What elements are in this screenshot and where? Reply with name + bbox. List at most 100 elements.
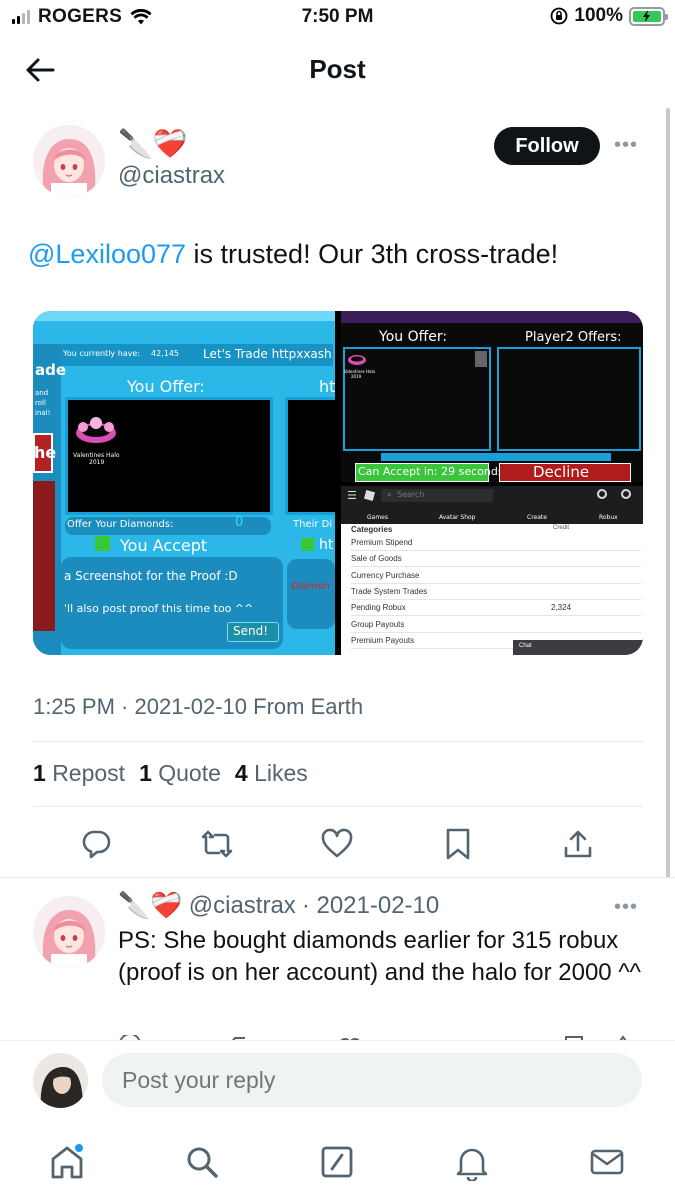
reply-actions-peek bbox=[118, 1032, 648, 1040]
mention-link[interactable]: @Lexiloo077 bbox=[28, 239, 186, 269]
you-offer-label-2: You Offer: bbox=[379, 329, 448, 345]
robux-row: Sale of Goods bbox=[351, 551, 641, 568]
media-image-1[interactable]: You currently have: 42,145 Let's Trade h… bbox=[33, 311, 335, 655]
divider-thread bbox=[0, 877, 675, 878]
author-avatar[interactable] bbox=[33, 125, 105, 197]
side-text-1: and bbox=[35, 389, 49, 397]
tab-search[interactable] bbox=[180, 1140, 224, 1184]
compose-icon bbox=[321, 1146, 353, 1178]
halo-item-icon-2 bbox=[348, 355, 366, 365]
robux-row-label: Pending Robux bbox=[351, 603, 406, 613]
robux-row-label: Currency Purchase bbox=[351, 570, 420, 580]
side-text-3: inal! bbox=[35, 409, 51, 417]
post-text: @Lexiloo077 is trusted! Our 3th cross-tr… bbox=[28, 236, 648, 272]
chat-line-2: 'll also post proof this time too ^^ bbox=[64, 602, 254, 615]
side-text-2: roll bbox=[35, 399, 46, 407]
like-button[interactable] bbox=[315, 822, 359, 866]
currency-value: 42,145 bbox=[151, 349, 179, 358]
media-image-2[interactable]: You Offer: Player2 Offers: Valentines Ha… bbox=[341, 311, 643, 482]
post-timestamp: 1:25 PM · 2021-02-10 From Earth bbox=[33, 694, 364, 719]
media-image-3[interactable]: ☰ ⌕ Search Games Avatar Shop Create Robu… bbox=[341, 486, 643, 655]
bookmark-icon bbox=[446, 828, 470, 860]
heart-icon bbox=[321, 828, 353, 858]
reply-author-avatar[interactable] bbox=[33, 896, 105, 968]
robux-row: Trade System Trades bbox=[351, 584, 641, 600]
robux-row: Premium Stipend bbox=[351, 535, 641, 551]
status-bar: ROGERS 7:50 PM 100% bbox=[0, 0, 675, 36]
you-offer-label: You Offer: bbox=[127, 377, 205, 396]
tab-compose[interactable] bbox=[315, 1140, 359, 1184]
current-user-avatar[interactable] bbox=[33, 1053, 88, 1108]
robux-row-label: Trade System Trades bbox=[351, 586, 428, 596]
reply-composer bbox=[0, 1040, 675, 1128]
trade-title: Let's Trade httpxxash bbox=[203, 347, 332, 361]
battery-percent: 100% bbox=[574, 5, 623, 26]
post-body: is trusted! Our 3th cross-trade! bbox=[186, 239, 559, 269]
post-actions bbox=[0, 822, 675, 866]
halo-item-year: 2019 bbox=[89, 459, 105, 466]
reply-handle[interactable]: @ciastrax bbox=[189, 892, 296, 920]
robux-row: Pending Robux 2,324 bbox=[351, 600, 641, 617]
reply-input[interactable] bbox=[102, 1053, 642, 1107]
quotes-stat[interactable]: 1 Quote bbox=[139, 760, 221, 787]
home-notification-dot bbox=[75, 1144, 83, 1152]
send-button: Send! bbox=[233, 624, 269, 638]
you-accept-label: You Accept bbox=[120, 536, 208, 555]
reply-display-name[interactable]: 🔪❤️‍🩹 bbox=[118, 890, 183, 921]
reply-date: · 2021-02-10 bbox=[301, 891, 440, 919]
follow-button[interactable]: Follow bbox=[494, 127, 600, 165]
reply-text: PS: She bought diamonds earlier for 315 … bbox=[118, 927, 641, 986]
robux-row: Group Payouts bbox=[351, 617, 641, 633]
post-stats: 1 Repost 1 Quote 4 Likes bbox=[33, 760, 308, 787]
divider-bottom bbox=[33, 806, 643, 807]
countdown-label: Can Accept in: 29 seconds bbox=[358, 465, 504, 478]
player2-offers-label: Player2 Offers: bbox=[525, 330, 622, 345]
reply-button[interactable] bbox=[74, 822, 118, 866]
orientation-lock-icon bbox=[550, 7, 568, 25]
roblox-nav-robux: Robux bbox=[599, 514, 618, 521]
robux-row-label: Group Payouts bbox=[351, 619, 405, 629]
credit-header: Credit bbox=[553, 525, 570, 531]
tab-home[interactable] bbox=[45, 1140, 89, 1184]
likes-stat[interactable]: 4 Likes bbox=[235, 760, 308, 787]
robux-row-label: Premium Stipend bbox=[351, 538, 413, 547]
bottom-tab-bar bbox=[0, 1128, 675, 1200]
chat-line-1: a Screenshot for the Proof :D bbox=[64, 569, 238, 583]
robux-row-label: Sale of Goods bbox=[351, 554, 402, 564]
post-media[interactable]: You currently have: 42,145 Let's Trade h… bbox=[33, 311, 643, 655]
halo-item-icon bbox=[76, 417, 116, 443]
search-icon bbox=[187, 1147, 218, 1178]
roblox-nav-avatar: Avatar Shop bbox=[439, 514, 476, 521]
page-header: Post bbox=[0, 40, 675, 100]
more-icon[interactable]: ••• bbox=[614, 134, 638, 157]
repost-button[interactable] bbox=[195, 822, 239, 866]
currency-label: You currently have: bbox=[63, 349, 141, 358]
chat-label: Chat bbox=[519, 643, 532, 649]
roblox-nav-games: Games bbox=[367, 514, 388, 521]
author-handle[interactable]: @ciastrax bbox=[118, 162, 225, 190]
their-accept-label: ht bbox=[319, 537, 334, 553]
robux-row: Currency Purchase bbox=[351, 568, 641, 584]
tab-messages[interactable] bbox=[585, 1140, 629, 1184]
other-offer-label: ht bbox=[319, 377, 335, 396]
halo-item-name: Valentines Halo bbox=[73, 452, 120, 459]
page-title: Post bbox=[309, 54, 366, 84]
categories-header: Categories bbox=[351, 525, 393, 534]
side-text-he: he bbox=[34, 443, 57, 462]
bell-icon bbox=[456, 1148, 488, 1181]
bookmark-button[interactable] bbox=[436, 822, 480, 866]
reply-header: 🔪❤️‍🩹 @ciastrax · 2021-02-10 bbox=[118, 890, 439, 921]
robux-row-value: 2,324 bbox=[551, 603, 572, 613]
trade-side-label: ade bbox=[35, 361, 67, 379]
reply-icon bbox=[82, 830, 111, 859]
scrollbar[interactable] bbox=[666, 108, 670, 878]
tab-notifications[interactable] bbox=[450, 1140, 494, 1184]
share-button[interactable] bbox=[556, 822, 600, 866]
share-icon bbox=[564, 830, 592, 858]
halo-item-year-2: 2019 bbox=[351, 374, 362, 379]
reply-more-icon[interactable]: ••• bbox=[614, 896, 638, 919]
battery-icon bbox=[629, 6, 668, 26]
reposts-stat[interactable]: 1 Repost bbox=[33, 760, 125, 787]
diamond-value: 0 bbox=[235, 515, 244, 530]
author-display-name[interactable]: 🔪❤️‍🩹 bbox=[118, 128, 188, 160]
